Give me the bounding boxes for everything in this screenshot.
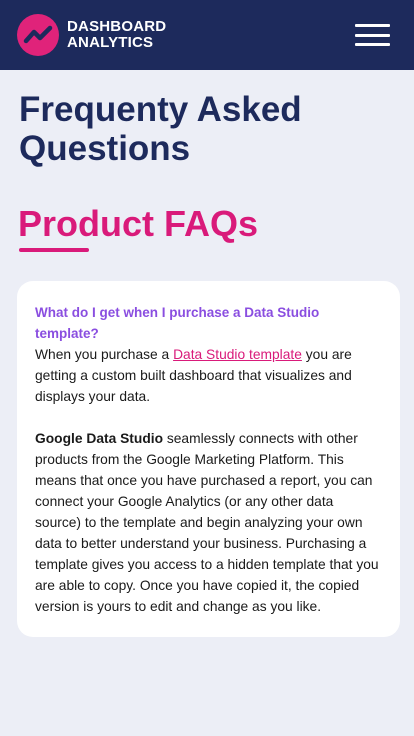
faq-card: What do I get when I purchase a Data Stu… xyxy=(17,281,400,637)
menu-bar xyxy=(355,33,390,37)
faq-answer-paragraph-1: When you purchase a Data Studio template… xyxy=(35,344,382,407)
brand-line-1: DASHBOARD xyxy=(67,18,167,35)
data-studio-template-link[interactable]: Data Studio template xyxy=(173,347,302,362)
section-title: Product FAQs xyxy=(18,203,259,244)
google-data-studio-bold: Google Data Studio xyxy=(35,431,164,446)
menu-bar xyxy=(355,43,390,46)
brand-logo-link[interactable]: DASHBOARD ANALYTICS xyxy=(17,14,166,56)
answer-text: When you purchase a xyxy=(35,347,174,362)
site-header: DASHBOARD ANALYTICS xyxy=(0,0,414,70)
answer-text: seamlessly connects with other products … xyxy=(35,431,379,614)
menu-bar xyxy=(355,24,390,27)
brand-name: DASHBOARD ANALYTICS xyxy=(67,19,166,51)
page-title: Frequenty Asked Questions xyxy=(19,90,302,168)
hamburger-menu-icon[interactable] xyxy=(355,24,390,46)
faq-question: What do I get when I purchase a Data Stu… xyxy=(35,305,320,341)
faq-answer-paragraph-2: Google Data Studio seamlessly connects w… xyxy=(35,428,382,617)
section-underline xyxy=(19,248,89,252)
chart-zigzag-icon xyxy=(17,14,59,56)
brand-line-2: ANALYTICS xyxy=(67,34,154,51)
